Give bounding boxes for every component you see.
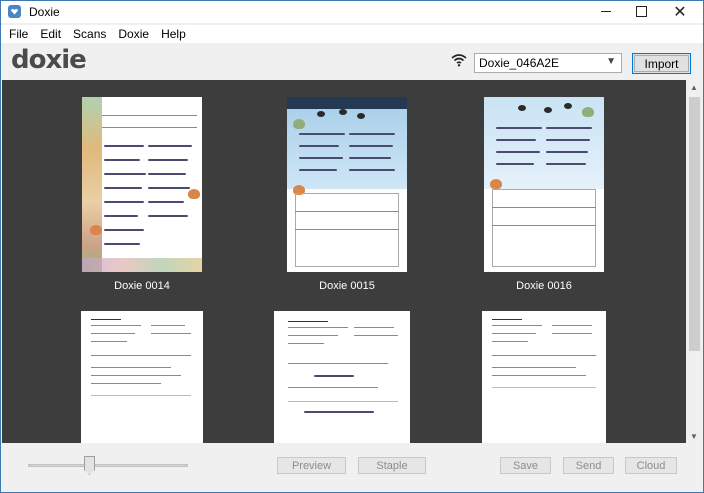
doxie-heart-icon <box>8 5 21 18</box>
menu-help[interactable]: Help <box>161 27 186 41</box>
zoom-slider-track[interactable] <box>28 464 188 467</box>
menu-scans[interactable]: Scans <box>73 27 106 41</box>
staple-button[interactable]: Staple <box>358 457 426 474</box>
scan-thumbnail[interactable] <box>274 311 410 443</box>
scan-label: Doxie 0016 <box>516 280 572 292</box>
menu-bar: File Edit Scans Doxie Help <box>1 25 703 43</box>
scan-thumbnail[interactable] <box>82 97 202 272</box>
import-button[interactable]: Import <box>632 53 691 74</box>
device-select[interactable]: Doxie_046A2E ▼ <box>474 53 622 73</box>
maximize-icon[interactable] <box>624 1 658 21</box>
window-title: Doxie <box>29 5 60 19</box>
wifi-icon <box>451 54 467 67</box>
title-bar: Doxie ✕ <box>1 1 703 23</box>
scan-thumbnail[interactable] <box>81 311 203 443</box>
scan-thumbnail[interactable] <box>484 97 604 272</box>
vertical-scrollbar[interactable]: ▲ ▼ <box>686 80 703 443</box>
scroll-down-icon[interactable]: ▼ <box>690 432 698 441</box>
app-window: Doxie ✕ File Edit Scans Doxie Help doxie… <box>0 0 704 493</box>
scroll-up-icon[interactable]: ▲ <box>690 83 698 92</box>
scan-label: Doxie 0015 <box>319 280 375 292</box>
menu-edit[interactable]: Edit <box>40 27 61 41</box>
menu-file[interactable]: File <box>9 27 28 41</box>
minimize-icon[interactable] <box>589 1 623 21</box>
scan-thumbnail[interactable] <box>287 97 407 272</box>
device-select-value: Doxie_046A2E <box>479 56 560 70</box>
doxie-logo: doxie <box>11 45 87 75</box>
scan-label: Doxie 0014 <box>114 280 170 292</box>
preview-button[interactable]: Preview <box>277 457 346 474</box>
toolbar: doxie Doxie_046A2E ▼ Import <box>1 43 703 80</box>
scan-grid: Doxie 0014 Doxie 0015 Doxie 0016 <box>2 80 686 443</box>
menu-doxie[interactable]: Doxie <box>118 27 149 41</box>
cloud-button[interactable]: Cloud <box>625 457 677 474</box>
scroll-thumb[interactable] <box>689 97 700 351</box>
chevron-down-icon: ▼ <box>606 56 616 67</box>
save-button[interactable]: Save <box>500 457 551 474</box>
scan-thumbnail[interactable] <box>482 311 606 443</box>
zoom-slider-thumb[interactable] <box>84 456 95 475</box>
close-icon[interactable]: ✕ <box>663 1 697 21</box>
send-button[interactable]: Send <box>563 457 614 474</box>
bottom-bar: Preview Staple Save Send Cloud <box>1 443 703 492</box>
